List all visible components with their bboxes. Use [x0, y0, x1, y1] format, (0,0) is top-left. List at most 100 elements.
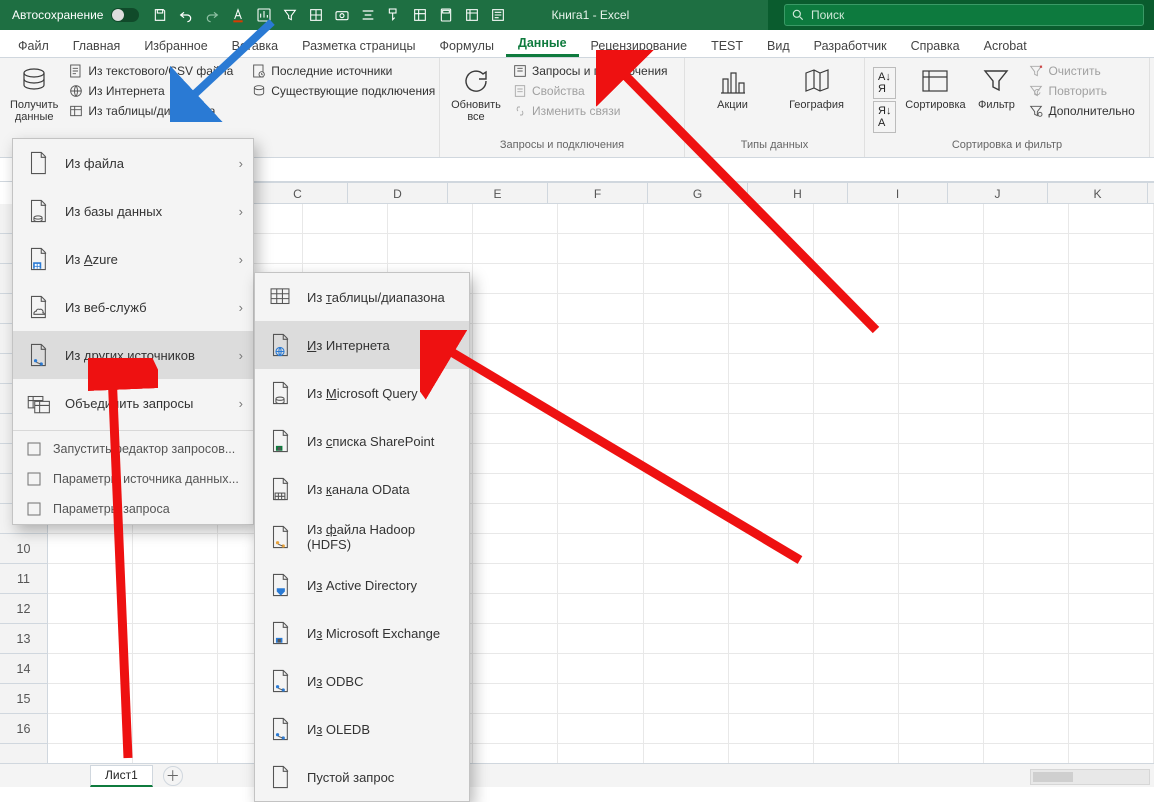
menu-item[interactable]: Из Azure›: [13, 235, 253, 283]
properties-button[interactable]: Свойства: [508, 81, 672, 101]
cell[interactable]: [1069, 564, 1154, 593]
get-data-button[interactable]: Получить данные: [8, 61, 60, 127]
cell[interactable]: [473, 354, 558, 383]
cell[interactable]: [473, 444, 558, 473]
cell[interactable]: [473, 204, 558, 233]
cell[interactable]: [899, 354, 984, 383]
cell[interactable]: [558, 744, 643, 763]
cell[interactable]: [984, 684, 1069, 713]
cell[interactable]: [558, 234, 643, 263]
cell[interactable]: [558, 654, 643, 683]
form-icon[interactable]: [485, 1, 511, 29]
cell[interactable]: [473, 564, 558, 593]
cell[interactable]: [133, 654, 218, 683]
cell[interactable]: [899, 234, 984, 263]
cell[interactable]: [984, 234, 1069, 263]
cell[interactable]: [814, 564, 899, 593]
advanced-filter-button[interactable]: Дополнительно: [1024, 101, 1138, 121]
cell[interactable]: [814, 414, 899, 443]
cell[interactable]: [558, 384, 643, 413]
cell[interactable]: [899, 624, 984, 653]
tab-рецензирование[interactable]: Рецензирование: [579, 33, 700, 57]
cell[interactable]: [558, 264, 643, 293]
geography-button[interactable]: География: [782, 61, 852, 115]
cell[interactable]: [814, 714, 899, 743]
cell[interactable]: [814, 654, 899, 683]
freeze-icon[interactable]: [407, 1, 433, 29]
tab-данные[interactable]: Данные: [506, 30, 579, 57]
submenu-item[interactable]: Из файла Hadoop (HDFS): [255, 513, 469, 561]
menu-item[interactable]: Из других источников›: [13, 331, 253, 379]
cell[interactable]: [984, 264, 1069, 293]
row-header[interactable]: 12: [0, 594, 47, 624]
cell[interactable]: [814, 234, 899, 263]
row-header[interactable]: 10: [0, 534, 47, 564]
cell[interactable]: [644, 504, 729, 533]
reapply-button[interactable]: Повторить: [1024, 81, 1138, 101]
undo-icon[interactable]: [173, 1, 199, 29]
column-header[interactable]: I: [848, 183, 948, 203]
cell[interactable]: [984, 564, 1069, 593]
cell[interactable]: [899, 474, 984, 503]
cell[interactable]: [558, 504, 643, 533]
cell[interactable]: [899, 714, 984, 743]
cell[interactable]: [729, 594, 814, 623]
add-sheet-button[interactable]: ＋: [163, 766, 183, 786]
submenu-item[interactable]: EИз Microsoft Exchange: [255, 609, 469, 657]
cell[interactable]: [984, 354, 1069, 383]
tab-избранное[interactable]: Избранное: [132, 33, 219, 57]
cell[interactable]: [558, 564, 643, 593]
menu-item[interactable]: Из веб-служб›: [13, 283, 253, 331]
cell[interactable]: [473, 684, 558, 713]
cell[interactable]: [1069, 234, 1154, 263]
sort-button[interactable]: Сортировка: [900, 61, 970, 115]
cell[interactable]: [1069, 474, 1154, 503]
cell[interactable]: [473, 504, 558, 533]
tab-файл[interactable]: Файл: [6, 33, 61, 57]
menu-item[interactable]: Запустить редактор запросов...: [13, 434, 253, 464]
cell[interactable]: [644, 414, 729, 443]
cell[interactable]: [558, 534, 643, 563]
tab-формулы[interactable]: Формулы: [428, 33, 506, 57]
cell[interactable]: [473, 474, 558, 503]
cell[interactable]: [814, 384, 899, 413]
submenu-item[interactable]: Из канала OData: [255, 465, 469, 513]
cell[interactable]: [1069, 654, 1154, 683]
cell[interactable]: [899, 324, 984, 353]
cell[interactable]: [558, 204, 643, 233]
cell[interactable]: [644, 384, 729, 413]
cell[interactable]: [133, 624, 218, 653]
cell[interactable]: [644, 594, 729, 623]
row-header[interactable]: 16: [0, 714, 47, 744]
cell[interactable]: [814, 534, 899, 563]
cell[interactable]: [48, 534, 133, 563]
cell[interactable]: [984, 384, 1069, 413]
tab-вставка[interactable]: Вставка: [220, 33, 290, 57]
cell[interactable]: [899, 564, 984, 593]
cell[interactable]: [644, 744, 729, 763]
cell[interactable]: [1069, 294, 1154, 323]
cell[interactable]: [1069, 204, 1154, 233]
borders-icon[interactable]: [303, 1, 329, 29]
cell[interactable]: [729, 414, 814, 443]
cell[interactable]: [984, 204, 1069, 233]
cell[interactable]: [729, 294, 814, 323]
cell[interactable]: [133, 744, 218, 763]
cell[interactable]: [48, 594, 133, 623]
submenu-item[interactable]: Из Интернета: [255, 321, 469, 369]
cell[interactable]: [729, 714, 814, 743]
cell[interactable]: [473, 594, 558, 623]
refresh-all-button[interactable]: Обновить все: [448, 61, 504, 127]
cell[interactable]: [814, 594, 899, 623]
cell[interactable]: [729, 264, 814, 293]
tab-test[interactable]: TEST: [699, 33, 755, 57]
cell[interactable]: [644, 564, 729, 593]
cell[interactable]: [984, 324, 1069, 353]
cell[interactable]: [1069, 624, 1154, 653]
cell[interactable]: [984, 474, 1069, 503]
menu-item[interactable]: Из файла›: [13, 139, 253, 187]
cell[interactable]: [1069, 504, 1154, 533]
cell[interactable]: [473, 324, 558, 353]
existing-connections-button[interactable]: Существующие подключения: [247, 81, 439, 101]
cell[interactable]: [473, 744, 558, 763]
